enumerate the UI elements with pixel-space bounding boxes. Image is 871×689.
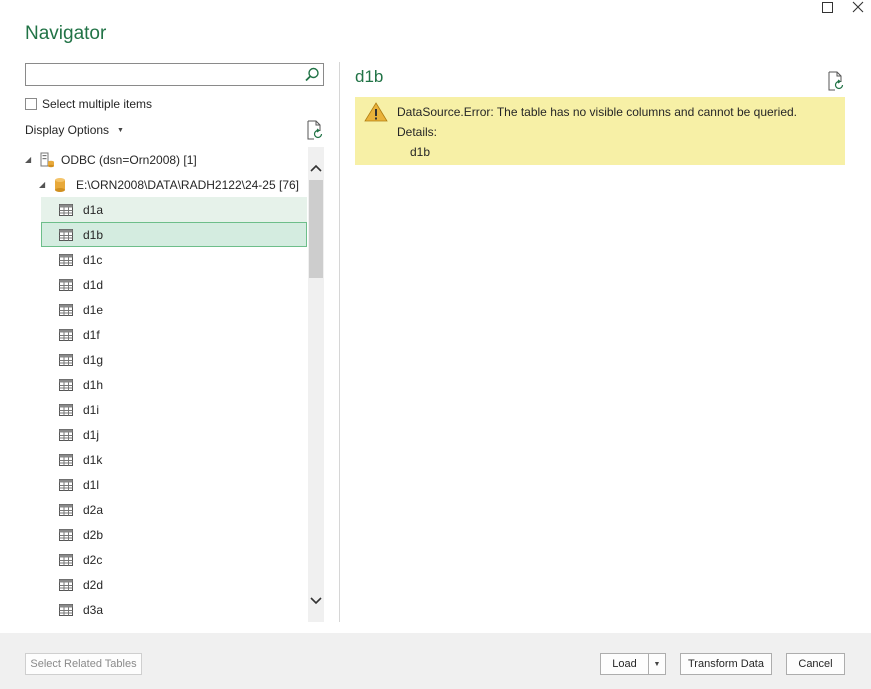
tree-item-table[interactable]: d1i bbox=[41, 397, 307, 422]
tree-item-table[interactable]: d2c bbox=[41, 547, 307, 572]
window-title: Navigator bbox=[25, 23, 107, 44]
table-label: d1j bbox=[83, 427, 100, 442]
refresh-preview-icon[interactable] bbox=[827, 71, 845, 91]
table-label: d2a bbox=[83, 502, 104, 517]
select-multiple-items[interactable]: Select multiple items bbox=[25, 97, 152, 111]
table-label: d1h bbox=[83, 377, 104, 392]
table-label: d1f bbox=[83, 327, 100, 342]
chevron-down-icon: ▼ bbox=[117, 126, 124, 134]
scroll-up-arrow-icon[interactable] bbox=[310, 163, 322, 175]
load-dropdown-chevron-icon[interactable]: ▼ bbox=[649, 654, 665, 674]
table-icon bbox=[59, 403, 73, 416]
table-icon bbox=[59, 553, 73, 566]
select-related-tables-button[interactable]: Select Related Tables bbox=[25, 653, 142, 675]
error-message: DataSource.Error: The table has no visib… bbox=[397, 105, 798, 119]
tree-item-table[interactable]: d1g bbox=[41, 347, 307, 372]
table-icon bbox=[59, 578, 73, 591]
tree-item-table[interactable]: d1l bbox=[41, 472, 307, 497]
table-label: d2d bbox=[83, 577, 104, 592]
tree-item-table[interactable]: d2b bbox=[41, 522, 307, 547]
maximize-icon bbox=[821, 1, 833, 13]
tree-item-table[interactable]: d1j bbox=[41, 422, 307, 447]
table-label: d1k bbox=[83, 452, 103, 467]
table-icon bbox=[59, 453, 73, 466]
display-options-label: Display Options bbox=[25, 123, 110, 137]
table-label: d1d bbox=[83, 277, 104, 292]
table-icon bbox=[59, 603, 73, 616]
load-split-button[interactable]: Load ▼ bbox=[600, 653, 666, 675]
odbc-source-label: ODBC (dsn=Orn2008) [1] bbox=[61, 152, 197, 167]
error-details-label: Details: bbox=[397, 125, 438, 139]
table-icon bbox=[59, 328, 73, 341]
select-multiple-label: Select multiple items bbox=[42, 97, 153, 111]
search-input[interactable] bbox=[26, 64, 296, 85]
table-icon bbox=[59, 378, 73, 391]
maximize-button[interactable] bbox=[815, 0, 839, 14]
tree-node-database[interactable]: ◢ E:\ORN2008\DATA\RADH2122\24-25 [76] bbox=[39, 172, 299, 197]
table-icon bbox=[59, 353, 73, 366]
tree-item-table[interactable]: d1k bbox=[41, 447, 307, 472]
error-banner: DataSource.Error: The table has no visib… bbox=[355, 97, 845, 165]
expand-triangle-icon[interactable]: ◢ bbox=[39, 180, 49, 189]
table-icon bbox=[59, 228, 73, 241]
cancel-button[interactable]: Cancel bbox=[786, 653, 845, 675]
table-label: d1a bbox=[83, 202, 104, 217]
search-icon[interactable] bbox=[303, 66, 321, 84]
transform-data-button[interactable]: Transform Data bbox=[680, 653, 772, 675]
table-label: d1i bbox=[83, 402, 100, 417]
refresh-icon[interactable] bbox=[306, 120, 324, 140]
tree-scrollbar[interactable] bbox=[308, 147, 324, 622]
tree-node-odbc-source[interactable]: ◢ ODBC (dsn=Orn2008) [1] bbox=[25, 147, 197, 172]
table-icon bbox=[59, 428, 73, 441]
table-label: d1c bbox=[83, 252, 103, 267]
table-label: d1b bbox=[83, 227, 104, 242]
tree-item-table[interactable]: d1d bbox=[41, 272, 307, 297]
table-label: d3a bbox=[83, 602, 104, 617]
tree-item-table[interactable]: d1h bbox=[41, 372, 307, 397]
tree-item-table[interactable]: d1c bbox=[41, 247, 307, 272]
table-icon bbox=[59, 303, 73, 316]
table-icon bbox=[59, 478, 73, 491]
tree-item-table[interactable]: d1f bbox=[41, 322, 307, 347]
navigator-window: Navigator Select multiple items Display … bbox=[0, 0, 871, 689]
table-label: d1g bbox=[83, 352, 104, 367]
error-details-value: d1b bbox=[410, 145, 431, 159]
tree-item-table[interactable]: d1b bbox=[41, 222, 307, 247]
tree-item-table[interactable]: d1a bbox=[41, 197, 307, 222]
table-label: d2b bbox=[83, 527, 104, 542]
table-icon bbox=[59, 503, 73, 516]
table-label: d1l bbox=[83, 477, 100, 492]
search-box[interactable] bbox=[25, 63, 324, 86]
table-icon bbox=[59, 278, 73, 291]
database-icon bbox=[55, 177, 65, 192]
scrollbar-thumb[interactable] bbox=[309, 180, 323, 278]
table-label: d2c bbox=[83, 552, 103, 567]
warning-icon bbox=[364, 102, 388, 122]
odbc-source-icon bbox=[40, 152, 54, 167]
load-button[interactable]: Load bbox=[601, 654, 649, 674]
database-label: E:\ORN2008\DATA\RADH2122\24-25 [76] bbox=[76, 177, 299, 192]
preview-title: d1b bbox=[355, 67, 384, 86]
select-multiple-checkbox[interactable] bbox=[25, 98, 37, 110]
table-label: d1e bbox=[83, 302, 104, 317]
table-icon bbox=[59, 528, 73, 541]
expand-triangle-icon[interactable]: ◢ bbox=[25, 155, 35, 164]
scroll-down-arrow-icon[interactable] bbox=[310, 594, 322, 606]
pane-divider bbox=[339, 62, 340, 622]
navigator-tree: ◢ ODBC (dsn=Orn2008) [1] ◢ E:\ORN2008\DA… bbox=[25, 147, 308, 622]
table-icon bbox=[59, 253, 73, 266]
tree-item-table[interactable]: d3a bbox=[41, 597, 307, 622]
tree-item-table[interactable]: d2a bbox=[41, 497, 307, 522]
display-options-button[interactable]: Display Options ▼ bbox=[25, 123, 124, 137]
table-icon bbox=[59, 203, 73, 216]
tree-item-table[interactable]: d1e bbox=[41, 297, 307, 322]
close-button[interactable] bbox=[846, 0, 870, 14]
tree-item-table[interactable]: d2d bbox=[41, 572, 307, 597]
close-icon bbox=[852, 1, 864, 13]
